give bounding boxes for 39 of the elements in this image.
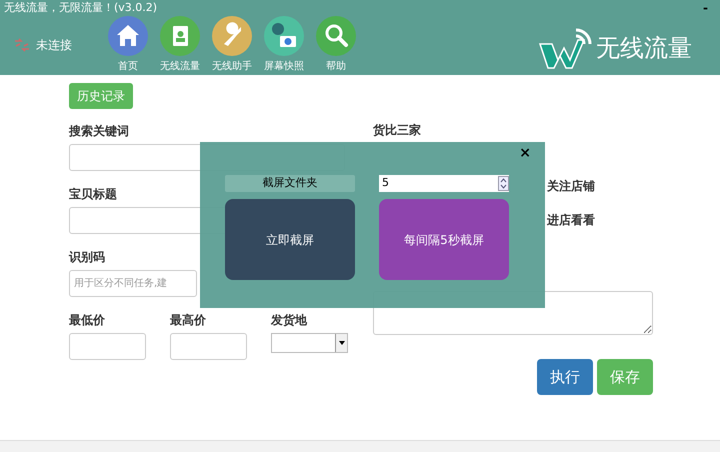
field-label: 识别码 xyxy=(69,249,106,266)
nav-button[interactable]: 屏幕快照 xyxy=(262,16,306,74)
checkbox-label: 关注店铺 xyxy=(547,178,596,195)
field-label: 搜索关键词 xyxy=(69,123,130,140)
nav-button[interactable]: 首页 xyxy=(106,16,150,74)
price-field[interactable] xyxy=(170,333,247,360)
nav-button[interactable]: 无线流量 xyxy=(158,16,202,74)
field-label: 最高价 xyxy=(170,312,207,329)
connection-status: 未连接 xyxy=(36,37,72,54)
home-icon xyxy=(108,16,148,56)
minimize-button[interactable]: - xyxy=(703,0,708,17)
dropdown-arrow-icon xyxy=(338,341,344,345)
wrench-icon xyxy=(212,16,252,56)
field-label: 货比三家 xyxy=(373,122,422,139)
history-button[interactable]: 历史记录 xyxy=(69,83,133,109)
checkbox-label: 进店看看 xyxy=(547,212,596,229)
search-icon xyxy=(316,16,356,56)
logo-icon xyxy=(538,26,594,70)
disconnected-icon xyxy=(14,38,30,52)
close-button[interactable]: × xyxy=(519,143,531,164)
field-label: 宝贝标题 xyxy=(69,186,118,203)
nav-button[interactable]: 无线助手 xyxy=(210,16,254,74)
price-field[interactable] xyxy=(69,333,146,360)
field-label: 发货地 xyxy=(271,312,308,329)
interval-spinner[interactable]: 5 xyxy=(379,175,509,192)
camera-icon xyxy=(264,16,304,56)
brand-name: 无线流量 xyxy=(596,33,692,64)
capture-now-button[interactable]: 立即截屏 xyxy=(225,199,355,280)
action-button[interactable]: 保存 xyxy=(597,359,653,395)
action-button[interactable]: 执行 xyxy=(537,359,593,395)
interval-capture-button[interactable]: 每间隔5秒截屏 xyxy=(379,199,509,280)
window-title: 无线流量，无限流量！(v3.0.2) xyxy=(4,0,158,16)
field-label: 最低价 xyxy=(69,312,106,329)
folder-button[interactable]: 截屏文件夹 xyxy=(225,175,355,192)
spinner-arrows-icon xyxy=(498,176,509,191)
origin-dropdown[interactable] xyxy=(271,333,348,353)
contacts-icon xyxy=(160,16,200,56)
code-field[interactable]: 用于区分不同任务,建 xyxy=(69,270,197,297)
nav-button[interactable]: 帮助 xyxy=(314,16,358,74)
